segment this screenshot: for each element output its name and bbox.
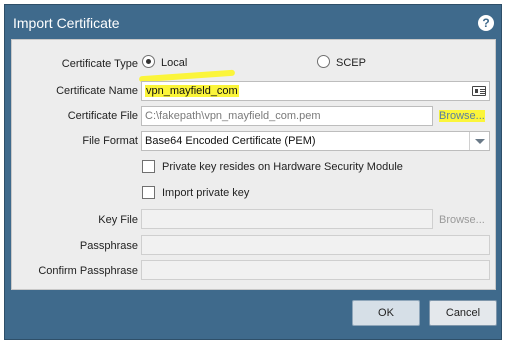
file-format-select[interactable]: Base64 Encoded Certificate (PEM): [141, 131, 490, 151]
radio-scep-label: SCEP: [336, 57, 366, 69]
import-private-key-label: Import private key: [162, 187, 250, 199]
radio-local[interactable]: [142, 55, 155, 68]
help-icon[interactable]: ?: [478, 15, 494, 31]
certificate-name-input[interactable]: vpn_mayfield_com: [141, 81, 490, 101]
file-format-value: Base64 Encoded Certificate (PEM): [145, 135, 316, 147]
dialog-form: Certificate Type Local SCEP Certificate …: [11, 39, 496, 290]
key-file-browse-button[interactable]: Browse...: [439, 214, 485, 226]
certificate-file-browse-button[interactable]: Browse...: [439, 110, 485, 122]
cancel-button[interactable]: Cancel: [429, 300, 497, 326]
ok-button[interactable]: OK: [352, 300, 420, 326]
certificate-file-label: Certificate File: [67, 110, 138, 122]
import-private-key-checkbox[interactable]: [142, 186, 155, 199]
passphrase-input[interactable]: [141, 235, 490, 255]
hsm-checkbox-label: Private key resides on Hardware Security…: [162, 161, 403, 173]
hsm-checkbox[interactable]: [142, 160, 155, 173]
certificate-file-input[interactable]: C:\fakepath\vpn_mayfield_com.pem: [141, 106, 433, 126]
key-file-input[interactable]: [141, 209, 433, 229]
passphrase-label: Passphrase: [79, 240, 138, 252]
confirm-passphrase-input[interactable]: [141, 260, 490, 280]
radio-scep[interactable]: [317, 55, 330, 68]
file-format-label: File Format: [82, 135, 138, 147]
key-file-label: Key File: [98, 214, 138, 226]
certificate-name-label: Certificate Name: [56, 85, 138, 97]
chevron-down-icon[interactable]: [469, 132, 489, 150]
dialog-title-bar: Import Certificate ?: [5, 5, 501, 39]
import-certificate-dialog: Import Certificate ? Certificate Type Lo…: [4, 4, 502, 340]
certificate-name-value: vpn_mayfield_com: [145, 85, 239, 97]
radio-local-label: Local: [161, 57, 188, 69]
dialog-title: Import Certificate: [13, 15, 120, 31]
certificate-type-label: Certificate Type: [61, 58, 138, 70]
certificate-file-browse-label: Browse...: [439, 110, 485, 122]
certificate-icon[interactable]: [472, 86, 486, 96]
confirm-passphrase-label: Confirm Passphrase: [38, 265, 138, 277]
